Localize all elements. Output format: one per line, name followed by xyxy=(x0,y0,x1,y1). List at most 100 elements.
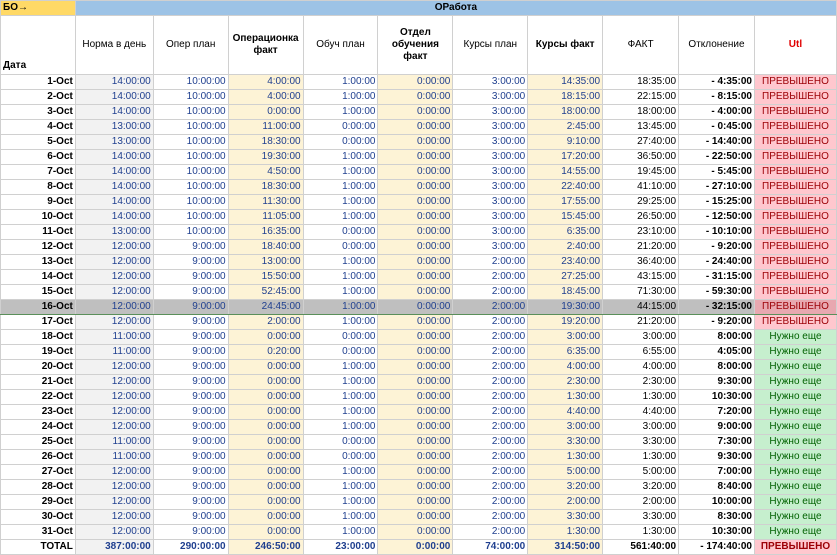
util-status-cell[interactable]: Нужно еще xyxy=(753,359,837,375)
train-dept-fact-cell[interactable]: 0:00:00 xyxy=(377,509,454,525)
course-fact-cell[interactable]: 4:00:00 xyxy=(527,359,604,375)
util-status-cell[interactable]: ПРЕВЫШЕНО xyxy=(753,299,837,315)
course-plan-cell[interactable]: 2:00:00 xyxy=(452,434,529,450)
train-dept-fact-cell[interactable]: 0:00:00 xyxy=(377,359,454,375)
fact-cell[interactable]: 3:30:00 xyxy=(602,509,680,525)
util-status-cell[interactable]: ПРЕВЫШЕНО xyxy=(753,239,837,255)
course-fact-cell[interactable]: 23:40:00 xyxy=(527,254,604,270)
train-dept-fact-cell[interactable]: 0:00:00 xyxy=(377,104,454,120)
oper-plan-cell[interactable]: 9:00:00 xyxy=(152,419,229,435)
oper-plan-cell[interactable]: 9:00:00 xyxy=(152,269,229,285)
train-plan-cell[interactable]: 1:00:00 xyxy=(302,524,379,540)
train-plan-cell[interactable]: 1:00:00 xyxy=(302,509,379,525)
oper-plan-cell[interactable]: 9:00:00 xyxy=(152,359,229,375)
course-plan-cell[interactable]: 2:00:00 xyxy=(452,359,529,375)
deviation-cell[interactable]: - 24:40:00 xyxy=(678,254,755,270)
course-fact-cell[interactable]: 17:55:00 xyxy=(527,194,604,210)
date-cell[interactable]: 14-Oct xyxy=(0,269,76,285)
deviation-cell[interactable]: 4:05:00 xyxy=(678,344,755,360)
norm-cell[interactable]: 14:00:00 xyxy=(74,104,154,120)
train-dept-fact-cell[interactable]: 0:00:00 xyxy=(377,119,454,135)
fact-cell[interactable]: 44:15:00 xyxy=(602,299,680,315)
oper-fact-cell[interactable]: 19:30:00 xyxy=(227,149,304,165)
oper-fact-cell[interactable]: 0:00:00 xyxy=(227,434,304,450)
fact-cell[interactable]: 5:00:00 xyxy=(602,464,680,480)
util-status-cell[interactable]: ПРЕВЫШЕНО xyxy=(753,89,837,105)
header-oper-fact[interactable]: Операционка факт xyxy=(227,15,304,75)
norm-cell[interactable]: 12:00:00 xyxy=(74,314,154,330)
oper-fact-cell[interactable]: 0:00:00 xyxy=(227,449,304,465)
train-plan-cell[interactable]: 1:00:00 xyxy=(302,164,379,180)
course-fact-cell[interactable]: 17:20:00 xyxy=(527,149,604,165)
course-fact-cell[interactable]: 3:30:00 xyxy=(527,434,604,450)
oper-plan-cell[interactable]: 10:00:00 xyxy=(152,149,229,165)
train-dept-fact-cell[interactable]: 0:00:00 xyxy=(377,284,454,300)
date-cell[interactable]: 21-Oct xyxy=(0,374,76,390)
fact-cell[interactable]: 36:40:00 xyxy=(602,254,680,270)
train-dept-fact-cell[interactable]: 0:00:00 xyxy=(377,269,454,285)
deviation-cell[interactable]: 9:30:00 xyxy=(678,449,755,465)
course-plan-cell[interactable]: 3:00:00 xyxy=(452,134,529,150)
deviation-cell[interactable]: - 9:20:00 xyxy=(678,239,755,255)
oper-fact-cell[interactable]: 246:50:00 xyxy=(227,539,304,555)
course-fact-cell[interactable]: 18:00:00 xyxy=(527,104,604,120)
norm-cell[interactable]: 11:00:00 xyxy=(74,449,154,465)
course-fact-cell[interactable]: 15:45:00 xyxy=(527,209,604,225)
header-norm[interactable]: Норма в день xyxy=(74,15,154,75)
train-plan-cell[interactable]: 1:00:00 xyxy=(302,419,379,435)
util-status-cell[interactable]: ПРЕВЫШЕНО xyxy=(753,74,837,90)
course-plan-cell[interactable]: 2:00:00 xyxy=(452,269,529,285)
fact-cell[interactable]: 2:30:00 xyxy=(602,374,680,390)
date-cell[interactable]: 31-Oct xyxy=(0,524,76,540)
oper-fact-cell[interactable]: 18:30:00 xyxy=(227,134,304,150)
date-cell[interactable]: 28-Oct xyxy=(0,479,76,495)
date-cell[interactable]: 22-Oct xyxy=(0,389,76,405)
oper-plan-cell[interactable]: 10:00:00 xyxy=(152,179,229,195)
train-plan-cell[interactable]: 1:00:00 xyxy=(302,359,379,375)
train-dept-fact-cell[interactable]: 0:00:00 xyxy=(377,329,454,345)
fact-cell[interactable]: 21:20:00 xyxy=(602,239,680,255)
norm-cell[interactable]: 13:00:00 xyxy=(74,119,154,135)
date-cell[interactable]: 2-Oct xyxy=(0,89,76,105)
course-plan-cell[interactable]: 3:00:00 xyxy=(452,74,529,90)
fact-cell[interactable]: 23:10:00 xyxy=(602,224,680,240)
header-oper-plan[interactable]: Опер план xyxy=(152,15,229,75)
oper-plan-cell[interactable]: 9:00:00 xyxy=(152,284,229,300)
date-cell[interactable]: 11-Oct xyxy=(0,224,76,240)
train-plan-cell[interactable]: 1:00:00 xyxy=(302,209,379,225)
train-dept-fact-cell[interactable]: 0:00:00 xyxy=(377,479,454,495)
oper-plan-cell[interactable]: 9:00:00 xyxy=(152,314,229,330)
course-plan-cell[interactable]: 2:00:00 xyxy=(452,494,529,510)
util-status-cell[interactable]: Нужно еще xyxy=(753,524,837,540)
date-cell[interactable]: 8-Oct xyxy=(0,179,76,195)
oper-plan-cell[interactable]: 9:00:00 xyxy=(152,254,229,270)
oper-plan-cell[interactable]: 9:00:00 xyxy=(152,509,229,525)
date-cell[interactable]: 17-Oct xyxy=(0,314,76,330)
oper-fact-cell[interactable]: 0:00:00 xyxy=(227,419,304,435)
fact-cell[interactable]: 561:40:00 xyxy=(602,539,680,555)
train-dept-fact-cell[interactable]: 0:00:00 xyxy=(377,449,454,465)
norm-cell[interactable]: 14:00:00 xyxy=(74,89,154,105)
oper-plan-cell[interactable]: 9:00:00 xyxy=(152,389,229,405)
deviation-cell[interactable]: 8:00:00 xyxy=(678,329,755,345)
deviation-cell[interactable]: 8:00:00 xyxy=(678,359,755,375)
deviation-cell[interactable]: - 4:35:00 xyxy=(678,74,755,90)
oper-fact-cell[interactable]: 4:00:00 xyxy=(227,89,304,105)
oper-plan-cell[interactable]: 9:00:00 xyxy=(152,299,229,315)
course-fact-cell[interactable]: 2:30:00 xyxy=(527,374,604,390)
train-dept-fact-cell[interactable]: 0:00:00 xyxy=(377,74,454,90)
header-course-fact[interactable]: Курсы факт xyxy=(527,15,604,75)
fact-cell[interactable]: 1:30:00 xyxy=(602,524,680,540)
course-fact-cell[interactable]: 1:30:00 xyxy=(527,449,604,465)
header-util[interactable]: Utl xyxy=(753,15,837,75)
norm-cell[interactable]: 12:00:00 xyxy=(74,509,154,525)
deviation-cell[interactable]: - 10:10:00 xyxy=(678,224,755,240)
date-cell[interactable]: 10-Oct xyxy=(0,209,76,225)
header-train-plan[interactable]: Обуч план xyxy=(302,15,379,75)
date-cell[interactable]: 26-Oct xyxy=(0,449,76,465)
norm-cell[interactable]: 12:00:00 xyxy=(74,464,154,480)
oper-fact-cell[interactable]: 0:00:00 xyxy=(227,374,304,390)
norm-cell[interactable]: 11:00:00 xyxy=(74,434,154,450)
course-fact-cell[interactable]: 314:50:00 xyxy=(527,539,604,555)
fact-cell[interactable]: 2:00:00 xyxy=(602,494,680,510)
